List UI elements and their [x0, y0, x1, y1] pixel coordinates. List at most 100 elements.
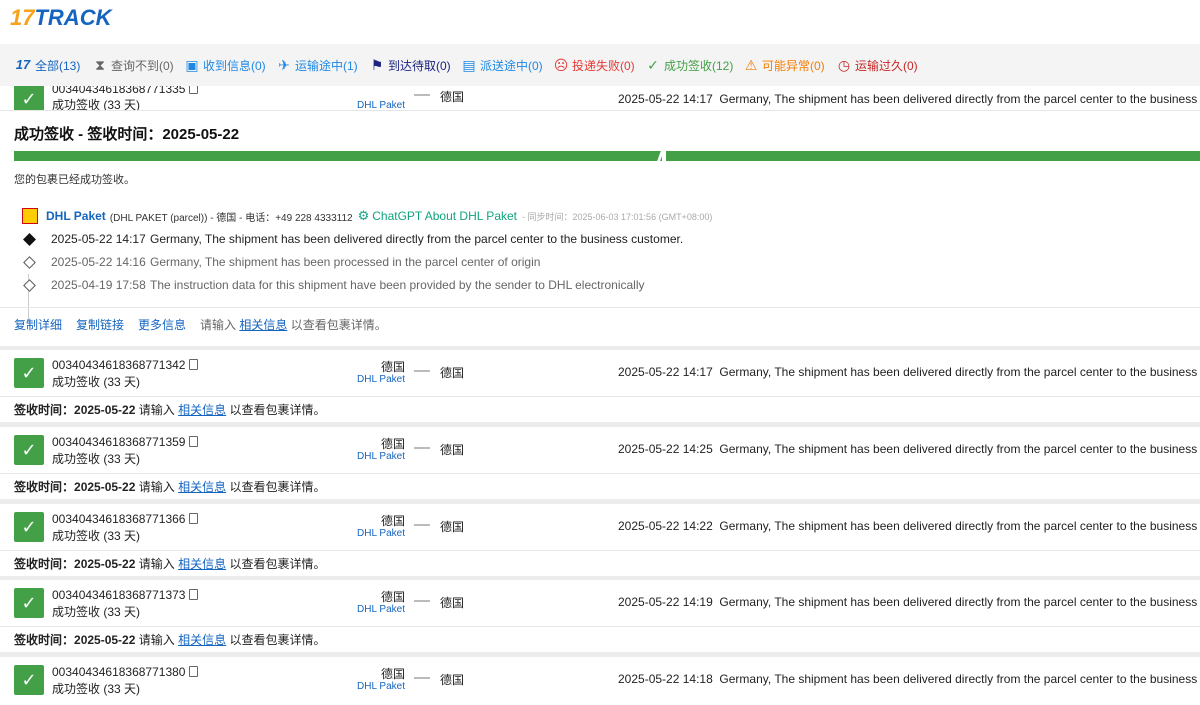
tab-all[interactable]: 17 全部(13) [14, 56, 81, 74]
related-info-link[interactable]: 相关信息 [178, 403, 226, 417]
status-text: 成功签收 (33 天) [52, 682, 141, 696]
17-logo-icon: 17 [15, 57, 31, 72]
event-desc: Germany, The shipment has been delivered… [150, 232, 684, 246]
warning-icon: ⚠ [744, 57, 758, 73]
copy-icon[interactable] [189, 666, 199, 677]
shipment-card[interactable]: ✓ 00340434618368771342 成功签收 (33 天) 德国 DH… [0, 350, 1200, 422]
copy-icon[interactable] [189, 86, 199, 94]
sad-face-icon: ☹ [553, 57, 569, 73]
latest-event: 2025-05-22 14:22 Germany, The shipment h… [618, 519, 1200, 533]
dhl-logo-icon [22, 208, 38, 224]
card-footer: 签收时间：2025-05-22 请输入 相关信息 以查看包裹详情。 [0, 626, 1200, 649]
hourglass-icon: ⧗ [95, 57, 105, 73]
delivered-check-icon[interactable]: ✓ [14, 512, 44, 542]
carrier-link[interactable]: DHL Paket [345, 451, 405, 462]
destination-country: 德国 [440, 90, 465, 104]
status-text: 成功签收 (33 天) [52, 605, 141, 619]
carrier-link[interactable]: DHL Paket [345, 374, 405, 385]
tab-expired[interactable]: ◷ 运输过久(0) [836, 56, 918, 74]
copy-icon[interactable] [189, 359, 199, 370]
destination-country: 德国 [440, 443, 465, 457]
sync-time: - 同步时间：2025-06-03 17:01:56 (GMT+08:00) [522, 211, 713, 222]
delivered-check-icon[interactable]: ✓ [14, 435, 44, 465]
airplane-icon: ✈ [278, 57, 290, 73]
copy-icon[interactable] [189, 436, 199, 447]
shipment-card[interactable]: ✓ 00340434618368771380 成功签收 (33 天) 德国 DH… [0, 657, 1200, 705]
status-text: 成功签收 (33 天) [52, 529, 141, 543]
carrier-name[interactable]: DHL Paket [46, 209, 106, 223]
shipment-card[interactable]: ✓ 00340434618368771359 成功签收 (33 天) 德国 DH… [0, 427, 1200, 499]
related-info-link[interactable]: 相关信息 [178, 480, 226, 494]
origin-country: 德国 [380, 590, 405, 604]
card-footer: 签收时间：2025-05-22 请输入 相关信息 以查看包裹详情。 [0, 550, 1200, 573]
tab-not-found[interactable]: ⧗ 查询不到(0) [92, 56, 174, 74]
related-info-link[interactable]: 相关信息 [178, 633, 226, 647]
event-time: 2025-05-22 14:16 [51, 255, 146, 269]
delivered-title: 成功签收 - 签收时间：2025-05-22 [14, 126, 240, 143]
tracking-number[interactable]: 00340434618368771373 [52, 588, 199, 602]
delivered-check-icon[interactable]: ✓ [14, 358, 44, 388]
tracking-number[interactable]: 00340434618368771366 [52, 512, 199, 526]
latest-event: 2025-05-22 14:17 Germany, The shipment h… [618, 365, 1200, 379]
copy-icon[interactable] [189, 513, 199, 524]
tab-info-received[interactable]: ▣ 收到信息(0) [184, 56, 265, 74]
delivered-check-icon[interactable]: ✓ [14, 665, 44, 695]
route-arrow-icon [414, 94, 430, 96]
17track-logo[interactable]: 17TRACK [10, 5, 111, 31]
delivered-note: 您的包裹已经成功签收。 [14, 174, 135, 186]
tab-delivered[interactable]: ✓ 成功签收(12) [645, 56, 733, 74]
tab-out-for-delivery[interactable]: ▤ 派送途中(0) [461, 56, 542, 74]
detail-hint: 请输入 相关信息 以查看包裹详情。 [200, 318, 387, 332]
chatgpt-icon: ⚙ [357, 208, 370, 223]
related-info-link[interactable]: 相关信息 [178, 557, 226, 571]
carrier-info-line: DHL Paket (DHL PAKET (parcel)) - 德国 - 电话… [22, 208, 712, 224]
shipment-card-expanded: ✓ 00340434618368771335 成功签收 (33 天) DHL P… [0, 86, 1200, 346]
origin-country: 德国 [380, 437, 405, 451]
origin-country: 德国 [380, 667, 405, 681]
tracking-number[interactable]: 00340434618368771335 [52, 86, 199, 96]
tracking-number[interactable]: 00340434618368771342 [52, 358, 199, 372]
progress-bar-end [666, 151, 1200, 161]
card-footer: 签收时间：2025-05-22 请输入 相关信息 以查看包裹详情。 [0, 473, 1200, 496]
status-text: 成功签收 (33 天) [52, 375, 141, 389]
detail-actions: 复制详细 复制链接 更多信息 请输入 相关信息 以查看包裹详情。 [0, 307, 1200, 338]
chatgpt-link[interactable]: ChatGPT About DHL Paket [372, 209, 517, 223]
shipment-card[interactable]: ✓ 00340434618368771366 成功签收 (33 天) 德国 DH… [0, 504, 1200, 576]
progress-bar [14, 151, 662, 161]
tab-undelivered[interactable]: ☹ 投递失败(0) [553, 56, 635, 74]
carrier-link[interactable]: DHL Paket [345, 604, 405, 615]
status-text: 成功签收 (33 天) [52, 452, 141, 466]
shipment-list: ✓ 00340434618368771335 成功签收 (33 天) DHL P… [0, 86, 1200, 705]
tab-alert[interactable]: ⚠ 可能异常(0) [743, 56, 825, 74]
tracking-number[interactable]: 00340434618368771359 [52, 435, 199, 449]
carrier-link[interactable]: DHL Paket [345, 681, 405, 692]
carrier-link[interactable]: DHL Paket [345, 528, 405, 539]
latest-event: 2025-05-22 14:18 Germany, The shipment h… [618, 672, 1200, 686]
route-arrow-icon [414, 600, 430, 602]
route-arrow-icon [414, 370, 430, 372]
tracking-number[interactable]: 00340434618368771380 [52, 665, 199, 679]
latest-event: 2025-05-22 14:25 Germany, The shipment h… [618, 442, 1200, 456]
origin-country: 德国 [380, 360, 405, 374]
destination-country: 德国 [440, 366, 465, 380]
shipment-card[interactable]: ✓ 00340434618368771373 成功签收 (33 天) 德国 DH… [0, 580, 1200, 652]
card-footer: 签收时间：2025-05-22 请输入 相关信息 以查看包裹详情。 [0, 396, 1200, 419]
clock-icon: ◷ [837, 57, 851, 73]
more-info-button[interactable]: 更多信息 [138, 316, 186, 333]
info-received-icon: ▣ [185, 57, 199, 73]
tab-in-transit[interactable]: ✈ 运输途中(1) [276, 56, 358, 74]
related-info-link[interactable]: 相关信息 [239, 318, 287, 332]
copy-detail-button[interactable]: 复制详细 [14, 316, 62, 333]
route-arrow-icon [414, 677, 430, 679]
event-time: 2025-05-22 14:17 [51, 232, 146, 246]
copy-link-button[interactable]: 复制链接 [76, 316, 124, 333]
latest-event: 2025-05-22 14:19 Germany, The shipment h… [618, 595, 1200, 609]
destination-country: 德国 [440, 596, 465, 610]
tab-pickup[interactable]: ⚑ 到达待取(0) [369, 56, 451, 74]
timeline-dot [23, 256, 36, 269]
route-arrow-icon [414, 524, 430, 526]
copy-icon[interactable] [189, 589, 199, 600]
carrier-meta: (DHL PAKET (parcel)) - 德国 - 电话：+49 228 4… [109, 212, 353, 224]
timeline-dot [23, 279, 36, 292]
delivered-check-icon[interactable]: ✓ [14, 588, 44, 618]
